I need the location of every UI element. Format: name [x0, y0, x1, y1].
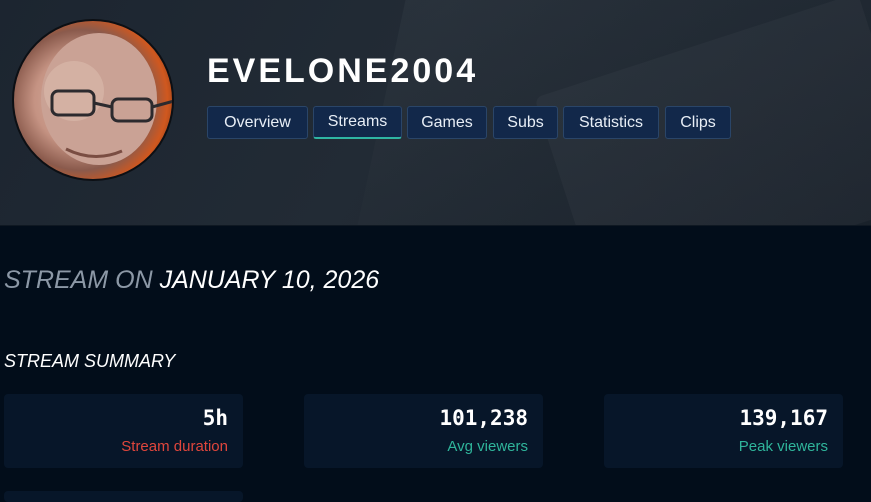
tab-subs[interactable]: Subs: [493, 106, 558, 139]
stat-value: 5h: [202, 406, 228, 430]
avatar[interactable]: [12, 19, 174, 181]
tab-games[interactable]: Games: [407, 106, 487, 139]
stat-card-peak-viewers: 139,167 Peak viewers: [604, 394, 843, 468]
page-title: STREAM ON JANUARY 10, 2026: [4, 266, 379, 295]
page-title-date: JANUARY 10, 2026: [159, 266, 380, 294]
stat-label: Stream duration: [121, 438, 228, 455]
tab-clips[interactable]: Clips: [665, 106, 731, 139]
tab-streams[interactable]: Streams: [313, 106, 402, 139]
stream-summary-title: STREAM SUMMARY: [4, 351, 176, 371]
avatar-portrait-icon: [14, 33, 172, 179]
stat-card-duration: 5h Stream duration: [4, 394, 243, 468]
stat-value: 101,238: [439, 406, 528, 430]
stat-label: Avg viewers: [447, 438, 528, 455]
tab-statistics[interactable]: Statistics: [563, 106, 659, 139]
stat-card-partial: [4, 491, 243, 502]
stat-label: Peak viewers: [738, 438, 828, 455]
channel-username: EVELONE2004: [207, 52, 479, 90]
stat-card-avg-viewers: 101,238 Avg viewers: [304, 394, 543, 468]
tab-overview[interactable]: Overview: [207, 106, 308, 139]
page-title-prefix: STREAM ON: [4, 266, 153, 294]
stat-value: 139,167: [739, 406, 828, 430]
